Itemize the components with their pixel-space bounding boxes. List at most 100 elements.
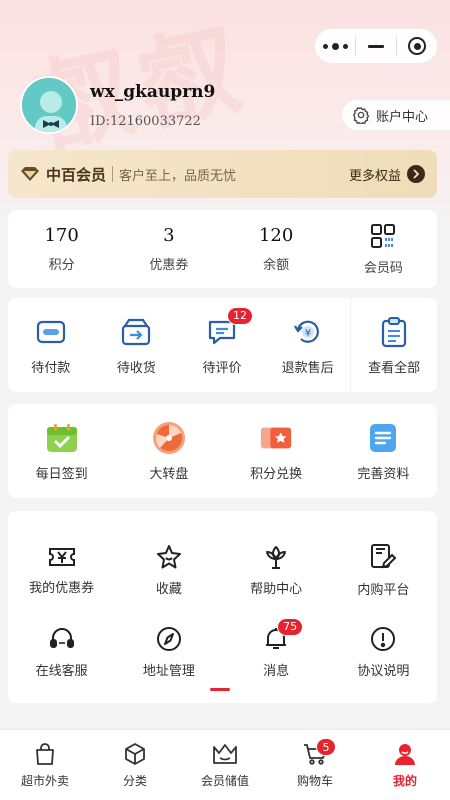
tab-member-recharge[interactable]: 会员储值 — [180, 730, 270, 800]
order-pending-payment[interactable]: 待付款 — [8, 298, 94, 392]
edit-book-icon — [371, 543, 397, 568]
stat-points[interactable]: 170 积分 — [8, 210, 115, 288]
svg-text:¥: ¥ — [304, 328, 310, 339]
favorites-label: 收藏 — [155, 581, 182, 597]
pending-payment-label: 待付款 — [31, 360, 71, 376]
tasks-card: 每日签到 大转盘 积分兑换 完善资料 — [8, 404, 437, 498]
vip-more-benefits[interactable]: 更多权益 — [349, 165, 425, 184]
service-my-coupons[interactable]: 我的优惠券 — [8, 529, 115, 611]
star-icon — [156, 544, 181, 568]
tab-supermarket-label: 超市外卖 — [20, 773, 69, 788]
order-pending-review[interactable]: 12 待评价 — [179, 298, 265, 392]
refund-icon: ¥ — [293, 320, 319, 343]
wallet-icon — [36, 320, 65, 343]
stat-coupons[interactable]: 3 优惠券 — [115, 210, 222, 288]
refund-label: 退款售后 — [281, 360, 334, 376]
complete-profile-label: 完善资料 — [357, 466, 410, 482]
tab-member-recharge-label: 会员储值 — [200, 773, 249, 788]
gear-icon — [352, 107, 370, 124]
coupon-icon — [48, 547, 75, 566]
headset-icon — [49, 627, 74, 648]
account-center-label: 账户中心 — [376, 109, 429, 125]
more-menu-button[interactable] — [315, 29, 355, 63]
service-messages[interactable]: 75 消息 — [223, 611, 330, 693]
service-address-management[interactable]: 地址管理 — [115, 611, 222, 693]
vip-banner[interactable]: 中百会员 客户至上，品质无忧 更多权益 — [8, 150, 437, 198]
tab-supermarket-delivery[interactable]: 超市外卖 — [0, 730, 90, 800]
service-agreement[interactable]: 协议说明 — [330, 611, 437, 693]
task-daily-checkin[interactable]: 每日签到 — [8, 404, 115, 498]
vip-more-label: 更多权益 — [348, 168, 401, 184]
compass-icon — [156, 626, 181, 651]
tab-mine-label: 我的 — [392, 773, 417, 788]
task-complete-profile[interactable]: 完善资料 — [330, 404, 437, 498]
cart-count-badge: 5 — [316, 738, 336, 756]
tab-category[interactable]: 分类 — [90, 730, 180, 800]
daily-checkin-label: 每日签到 — [35, 466, 88, 482]
stats-card: 170 积分 3 优惠券 120 余额 会员码 — [8, 210, 437, 288]
balance-label: 余额 — [263, 258, 290, 273]
qr-code-icon — [371, 223, 396, 248]
messages-count-badge: 75 — [277, 617, 304, 636]
pending-review-label: 待评价 — [202, 360, 242, 376]
service-favorites[interactable]: 收藏 — [115, 529, 222, 611]
page-indicator — [210, 688, 230, 691]
points-exchange-label: 积分兑换 — [250, 466, 303, 482]
task-points-exchange[interactable]: 积分兑换 — [223, 404, 330, 498]
tab-cart[interactable]: 5 购物车 — [270, 730, 360, 800]
pending-receipt-label: 待收货 — [116, 360, 156, 376]
vip-title: 中百会员 — [46, 165, 107, 184]
online-support-label: 在线客服 — [35, 663, 88, 679]
services-row-2: 在线客服 地址管理 75 消息 协议说明 — [8, 611, 437, 693]
lucky-wheel-label: 大转盘 — [149, 466, 189, 482]
wheel-icon — [152, 421, 185, 454]
help-center-label: 帮助中心 — [250, 581, 303, 597]
document-icon — [370, 423, 397, 452]
internal-purchase-label: 内购平台 — [357, 582, 410, 598]
member-code-label: 会员码 — [363, 260, 403, 276]
vip-divider — [112, 166, 114, 182]
calendar-check-icon — [46, 423, 77, 452]
task-lucky-wheel[interactable]: 大转盘 — [115, 404, 222, 498]
clipboard-icon — [382, 316, 407, 347]
info-icon — [371, 626, 396, 651]
coupons-label: 优惠券 — [149, 258, 189, 273]
tab-cart-label: 购物车 — [296, 773, 333, 788]
minimize-button[interactable] — [356, 29, 396, 63]
messages-label: 消息 — [263, 663, 290, 679]
services-card: 我的优惠券 收藏 帮助中心 内购平台 在线客服 地址管理 75 消息 协议说明 — [8, 511, 437, 703]
user-id: ID:12160033722 — [90, 114, 201, 129]
username: wx_gkauprn9 — [90, 82, 216, 102]
close-miniprogram-button[interactable] — [397, 29, 437, 63]
diamond-icon — [21, 167, 39, 181]
coupons-value: 3 — [163, 225, 175, 246]
chevron-right-icon — [407, 165, 425, 183]
shopping-bag-icon — [36, 742, 54, 765]
order-refund[interactable]: ¥ 退款售后 — [265, 298, 351, 392]
service-online-support[interactable]: 在线客服 — [8, 611, 115, 693]
order-pending-receipt[interactable]: 待收货 — [94, 298, 180, 392]
address-management-label: 地址管理 — [142, 663, 195, 679]
tab-category-label: 分类 — [122, 773, 147, 788]
stat-balance[interactable]: 120 余额 — [223, 210, 330, 288]
service-help-center[interactable]: 帮助中心 — [223, 529, 330, 611]
ticket-icon — [261, 427, 292, 448]
service-internal-purchase[interactable]: 内购平台 — [330, 529, 437, 611]
review-count-badge: 12 — [226, 306, 253, 325]
balance-value: 120 — [258, 225, 294, 246]
flower-icon — [266, 545, 287, 569]
order-view-all[interactable]: 查看全部 — [350, 298, 437, 392]
bottom-tab-bar: 超市外卖 分类 会员储值 5 购物车 我的 — [0, 729, 450, 800]
stat-member-code[interactable]: 会员码 — [330, 210, 437, 288]
box-arrow-icon — [122, 318, 151, 345]
account-center-button[interactable]: 账户中心 — [342, 100, 450, 130]
target-icon — [408, 37, 426, 55]
view-all-label: 查看全部 — [368, 360, 421, 376]
services-row-1: 我的优惠券 收藏 帮助中心 内购平台 — [8, 529, 437, 611]
my-coupons-label: 我的优惠券 — [29, 580, 95, 596]
cube-icon — [125, 742, 145, 765]
tab-mine[interactable]: 我的 — [360, 730, 450, 800]
avatar[interactable] — [20, 76, 78, 134]
vip-slogan: 客户至上，品质无忧 — [119, 168, 237, 184]
orders-card: 待付款 待收货 12 待评价 ¥ 退款售后 查看全部 — [8, 298, 437, 392]
